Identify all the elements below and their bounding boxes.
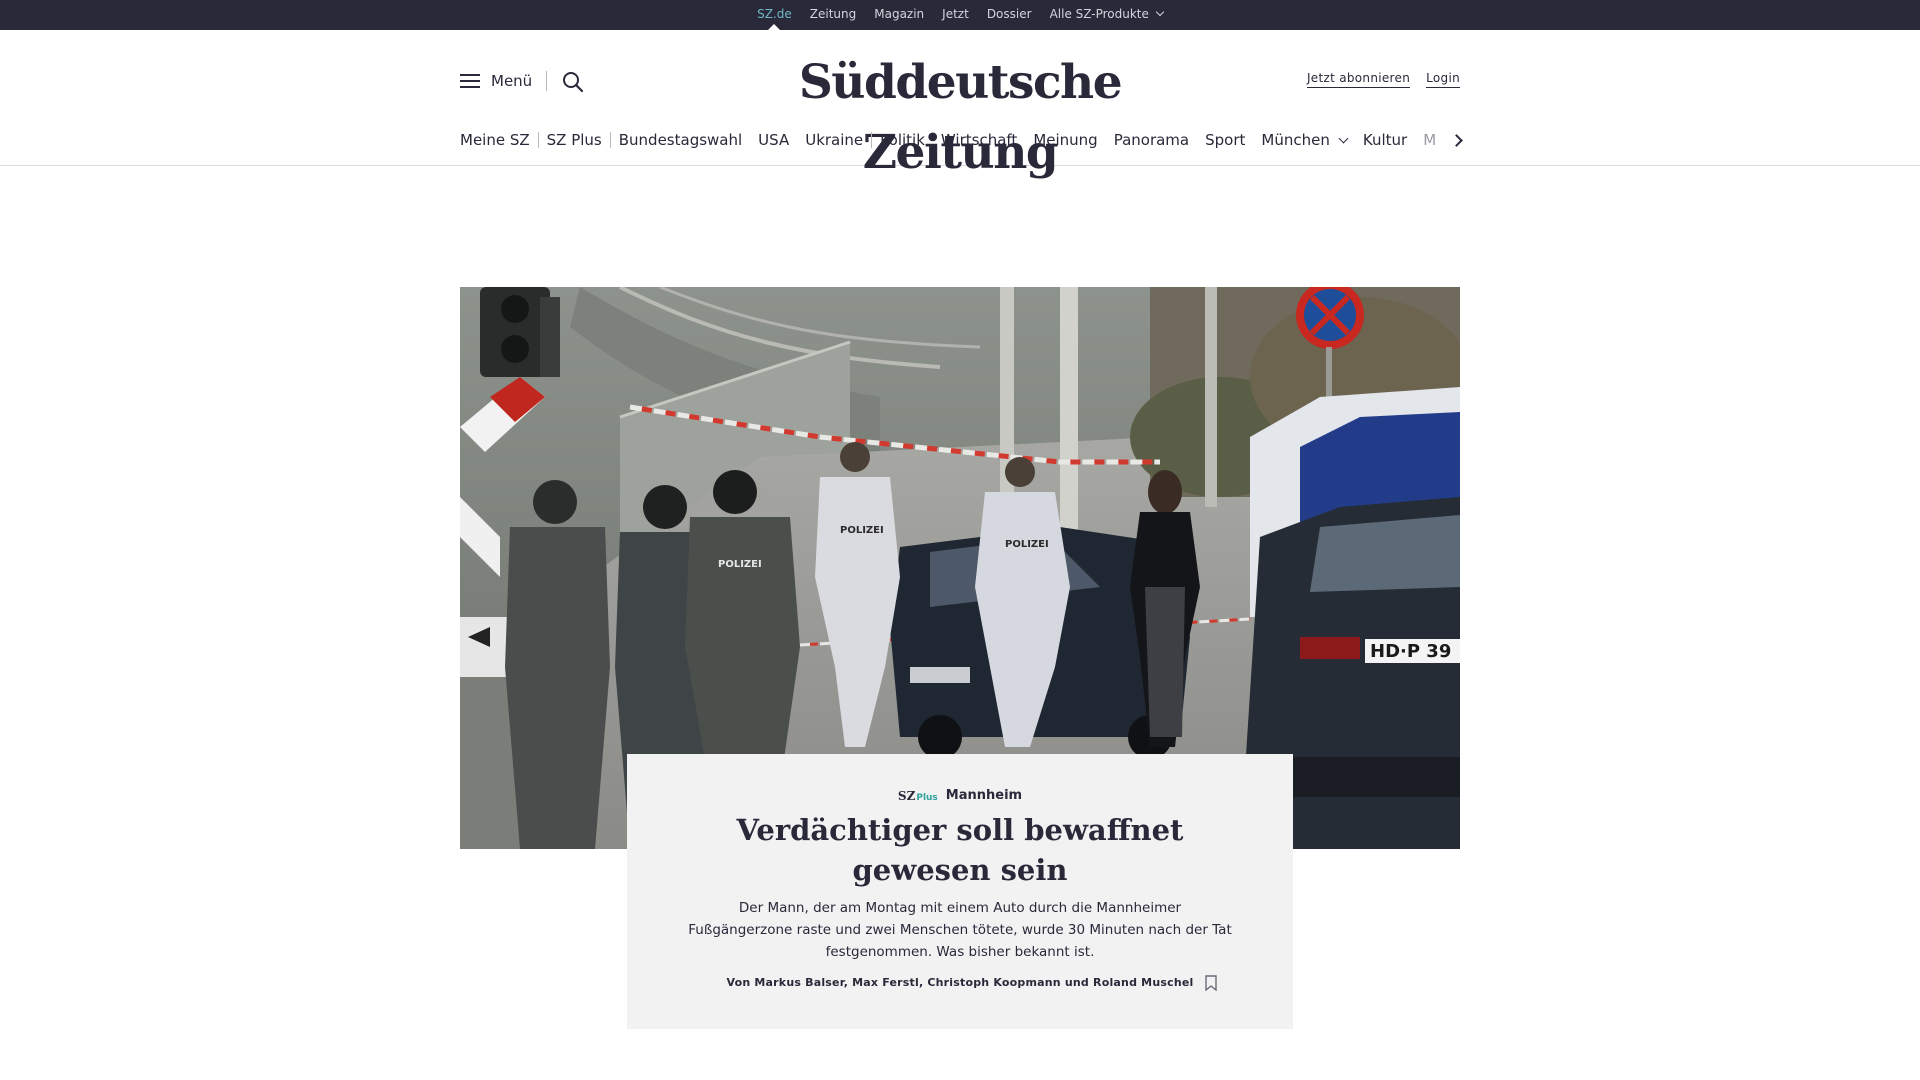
chevron-down-icon <box>1338 133 1349 143</box>
header-divider <box>546 71 547 91</box>
license-plate-text: HD·P 39 <box>1370 641 1451 662</box>
nav-item-meinung[interactable]: Meinung <box>1025 127 1105 153</box>
topbar-item-all-products[interactable]: Alle SZ-Produkte <box>1041 0 1172 30</box>
topbar-item-szde[interactable]: SZ.de <box>748 0 801 30</box>
police-label: POLIZEI <box>718 559 762 570</box>
site-header: Menü Süddeutsche Zeitung Jetzt abonniere… <box>0 30 1920 180</box>
nav-muenchen-label: München <box>1261 131 1330 149</box>
nav-item-usa[interactable]: USA <box>750 127 797 153</box>
nav-item-meine-sz[interactable]: Meine SZ <box>460 127 538 153</box>
nav-item-panorama[interactable]: Panorama <box>1106 127 1197 153</box>
sz-badge-text: SZ <box>897 788 916 803</box>
hamburger-icon <box>460 73 480 89</box>
menu-label: Menü <box>491 72 533 90</box>
product-nav: SZ.de Zeitung Magazin Jetzt Dossier Alle… <box>0 0 1920 30</box>
login-link[interactable]: Login <box>1426 71 1460 88</box>
nav-scroll-right-icon[interactable] <box>1449 131 1465 151</box>
search-icon[interactable] <box>561 70 585 94</box>
police-label: POLIZEI <box>840 525 884 536</box>
nav-item-kultur[interactable]: Kultur <box>1355 127 1415 153</box>
topbar-item-dossier[interactable]: Dossier <box>978 0 1041 30</box>
nav-item-politik[interactable]: Politik <box>872 127 933 153</box>
bookmark-icon[interactable] <box>1205 975 1217 991</box>
nav-item-more-truncated[interactable]: M <box>1415 127 1444 153</box>
nav-item-muenchen[interactable]: München <box>1253 127 1354 153</box>
topbar-item-magazin[interactable]: Magazin <box>865 0 933 30</box>
article-teaser[interactable]: SZ Plus Mannheim Verdächtiger soll bewaff… <box>627 754 1293 1029</box>
article-summary: Der Mann, der am Montag mit einem Auto d… <box>688 900 1232 960</box>
plus-badge-text: Plus <box>916 792 938 803</box>
nav-item-wirtschaft[interactable]: Wirtschaft <box>933 127 1025 153</box>
article-byline: Von Markus Balser, Max Ferstl, Christoph… <box>726 976 1194 989</box>
top-service-bar: SZ.de Zeitung Magazin Jetzt Dossier Alle… <box>0 0 1920 30</box>
topbar-item-zeitung[interactable]: Zeitung <box>801 0 865 30</box>
nav-item-sport[interactable]: Sport <box>1197 127 1253 153</box>
account-links: Jetzt abonnieren Login <box>1306 71 1460 88</box>
kicker-text: Mannheim <box>945 788 1023 803</box>
sz-plus-badge: SZ Plus <box>898 789 938 803</box>
sek-officer <box>505 480 610 849</box>
article-headline[interactable]: Verdächtiger soll bewaffnet gewesen sein <box>667 810 1253 890</box>
nav-item-ukraine[interactable]: Ukraine <box>797 127 871 153</box>
site-logo[interactable]: Süddeutsche Zeitung <box>720 48 1200 180</box>
chevron-down-icon <box>1155 7 1165 17</box>
sek-officer: POLIZEI <box>685 470 800 787</box>
teaser-kicker: SZ Plus Mannheim <box>627 788 1293 803</box>
nav-item-bundestagswahl[interactable]: Bundestagswahl <box>611 127 750 153</box>
police-label: POLIZEI <box>1005 539 1049 550</box>
nav-item-sz-plus[interactable]: SZ Plus <box>539 127 610 153</box>
subscribe-link[interactable]: Jetzt abonnieren <box>1306 71 1411 88</box>
topbar-item-jetzt[interactable]: Jetzt <box>933 0 978 30</box>
main-nav: Meine SZ SZ Plus Bundestagswahl USA Ukra… <box>460 127 1460 153</box>
all-products-label: Alle SZ-Produkte <box>1049 7 1149 21</box>
menu-button[interactable]: Menü <box>460 72 532 90</box>
